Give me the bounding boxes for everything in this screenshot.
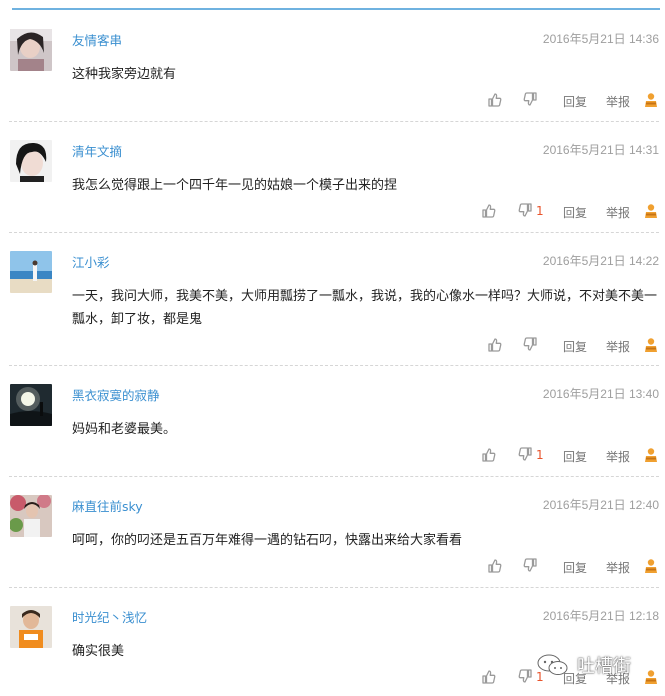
comment-timestamp: 2016年5月21日 14:22 xyxy=(542,254,659,268)
comment-actions: 1 回复 举报 xyxy=(0,203,665,221)
avatar[interactable] xyxy=(10,29,52,71)
thumbs-up-icon[interactable] xyxy=(487,92,502,111)
comment-text: 呵呵，你的叼还是五百万年难得一遇的钻石叼，快露出来给大家看看 xyxy=(72,533,463,548)
thumbs-up-icon[interactable] xyxy=(481,447,496,466)
top-accent-line xyxy=(12,8,660,10)
thumbs-up-icon[interactable] xyxy=(481,203,496,222)
user-badge-icon[interactable] xyxy=(643,558,659,578)
comment-actions: 1 回复 举报 xyxy=(0,447,665,465)
watermark-text: 吐槽街 xyxy=(577,656,631,677)
dislike-count: 1 xyxy=(536,204,544,218)
report-link[interactable]: 举报 xyxy=(606,338,630,355)
comment-text: 这种我家旁边就有 xyxy=(72,67,177,82)
thumbs-down-icon[interactable] xyxy=(523,92,538,111)
reply-link[interactable]: 回复 xyxy=(563,338,587,355)
comment-username[interactable]: 时光纪丶浅忆 xyxy=(72,607,147,626)
user-badge-icon[interactable] xyxy=(643,447,659,467)
comment-text: 一天，我问大师，我美不美，大师用瓢捞了一瓢水，我说，我的心像水一样吗？大师说，不… xyxy=(72,289,658,327)
wechat-icon xyxy=(536,654,570,680)
comment-divider xyxy=(9,232,659,233)
comment-text: 妈妈和老婆最美。 xyxy=(72,422,177,437)
reply-link[interactable]: 回复 xyxy=(563,204,587,221)
report-link[interactable]: 举报 xyxy=(606,448,630,465)
comment-timestamp: 2016年5月21日 12:40 xyxy=(542,498,659,512)
reply-link[interactable]: 回复 xyxy=(563,93,587,110)
comment-username[interactable]: 江小彩 xyxy=(72,252,110,271)
comment-username[interactable]: 清年文摘 xyxy=(72,141,122,160)
comment-divider xyxy=(9,365,659,366)
comment-username[interactable]: 麻直往前sky xyxy=(72,496,143,515)
dislike-count: 1 xyxy=(536,448,544,462)
comment-timestamp: 2016年5月21日 14:31 xyxy=(542,143,659,157)
comment-divider xyxy=(9,476,659,477)
comment-actions: 回复 举报 xyxy=(0,558,665,576)
comment-username[interactable]: 友情客串 xyxy=(72,30,122,49)
comment-actions: 回复 举报 xyxy=(0,337,665,355)
comment-divider xyxy=(9,587,659,588)
thumbs-down-icon[interactable] xyxy=(523,337,538,356)
user-badge-icon[interactable] xyxy=(643,337,659,357)
comment-actions: 回复 举报 xyxy=(0,92,665,110)
avatar[interactable] xyxy=(10,251,52,293)
thumbs-up-icon[interactable] xyxy=(487,558,502,577)
comment-timestamp: 2016年5月21日 12:18 xyxy=(542,609,659,623)
thumbs-up-icon[interactable] xyxy=(481,669,496,688)
comment-divider xyxy=(9,121,659,122)
avatar[interactable] xyxy=(10,140,52,182)
watermark: 吐槽街 xyxy=(536,652,665,678)
thumbs-down-icon[interactable] xyxy=(518,447,533,466)
thumbs-up-icon[interactable] xyxy=(487,337,502,356)
report-link[interactable]: 举报 xyxy=(606,559,630,576)
reply-link[interactable]: 回复 xyxy=(563,559,587,576)
avatar[interactable] xyxy=(10,384,52,426)
thumbs-down-icon[interactable] xyxy=(518,669,533,688)
comment-timestamp: 2016年5月21日 14:36 xyxy=(542,32,659,46)
user-badge-icon[interactable] xyxy=(643,92,659,112)
thumbs-down-icon[interactable] xyxy=(523,558,538,577)
report-link[interactable]: 举报 xyxy=(606,93,630,110)
user-badge-icon[interactable] xyxy=(643,203,659,223)
comment-timestamp: 2016年5月21日 13:40 xyxy=(542,387,659,401)
avatar[interactable] xyxy=(10,495,52,537)
report-link[interactable]: 举报 xyxy=(606,204,630,221)
comment-username[interactable]: 黑衣寂寞的寂静 xyxy=(72,385,160,404)
avatar[interactable] xyxy=(10,606,52,648)
reply-link[interactable]: 回复 xyxy=(563,448,587,465)
comment-text: 我怎么觉得跟上一个四千年一见的姑娘一个模子出来的捏 xyxy=(72,178,398,193)
thumbs-down-icon[interactable] xyxy=(518,203,533,222)
